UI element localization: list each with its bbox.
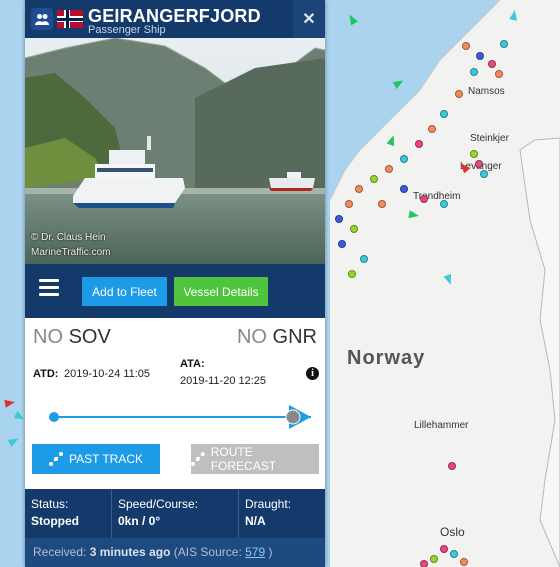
- norway-flag-icon: [57, 10, 83, 28]
- vessel-marker[interactable]: [476, 52, 484, 60]
- vessel-marker[interactable]: [350, 225, 358, 233]
- action-bar: Add to Fleet Vessel Details: [25, 264, 325, 318]
- vessel-marker[interactable]: [480, 170, 488, 178]
- vessel-marker[interactable]: [348, 270, 356, 278]
- departure-country-code: NO: [33, 326, 63, 348]
- progress-vessel-marker: [285, 409, 301, 425]
- received-info: Received: 3 minutes ago (AIS Source: 579…: [25, 538, 325, 567]
- add-to-fleet-button[interactable]: Add to Fleet: [82, 277, 167, 306]
- city-namsos: Namsos: [468, 86, 505, 97]
- vessel-marker[interactable]: [462, 42, 470, 50]
- vessel-marker[interactable]: [415, 140, 423, 148]
- atd-label: ATD:: [33, 368, 59, 380]
- vessel-marker[interactable]: [440, 200, 448, 208]
- voyage-progress: [49, 405, 311, 429]
- vessel-marker[interactable]: [360, 255, 368, 263]
- status-field: Status: Stopped: [25, 489, 111, 538]
- ais-source-label: (AIS Source:: [173, 545, 242, 559]
- departure-port[interactable]: NO SOV: [33, 326, 111, 349]
- track-icon: [48, 452, 63, 466]
- past-track-label: PAST TRACK: [68, 452, 144, 466]
- vessel-marker[interactable]: [355, 185, 363, 193]
- ata-label: ATA:: [180, 358, 205, 370]
- vessel-marker[interactable]: [385, 165, 393, 173]
- ata-value: 2019-11-20 12:25: [180, 375, 267, 387]
- vessel-marker[interactable]: [455, 90, 463, 98]
- vessel-marker[interactable]: [400, 155, 408, 163]
- vessel-marker[interactable]: [428, 125, 436, 133]
- draught-label: Draught:: [245, 497, 292, 511]
- vessel-marker[interactable]: [408, 210, 420, 220]
- speed-course-value: 0kn / 0°: [118, 514, 161, 528]
- menu-icon[interactable]: [39, 279, 59, 301]
- vessel-marker[interactable]: [500, 40, 508, 48]
- draught-field: Draught: N/A: [239, 489, 325, 538]
- past-track-button[interactable]: PAST TRACK: [32, 444, 160, 474]
- close-button[interactable]: ✕: [293, 0, 325, 38]
- progress-start-dot: [49, 412, 59, 422]
- vessel-photo[interactable]: © Dr. Claus Hein MarineTraffic.com: [25, 38, 325, 264]
- city-lillehammer: Lillehammer: [414, 420, 469, 431]
- city-oslo: Oslo: [440, 525, 465, 539]
- vessel-marker[interactable]: [400, 185, 408, 193]
- city-steinkjer: Steinkjer: [470, 133, 509, 144]
- speed-course-field: Speed/Course: 0kn / 0°: [112, 489, 238, 538]
- arrival-country-code: NO: [236, 326, 267, 348]
- arrival-port[interactable]: NO GNR: [237, 326, 317, 349]
- vessel-marker[interactable]: [440, 545, 448, 553]
- vessel-marker[interactable]: [430, 555, 438, 563]
- vessel-marker[interactable]: [475, 160, 483, 168]
- received-age: 3 minutes ago: [89, 545, 171, 559]
- info-icon[interactable]: i: [306, 367, 319, 380]
- vessel-details-button[interactable]: Vessel Details: [174, 277, 268, 306]
- atd-value: 2019-10-24 11:05: [64, 368, 151, 380]
- route-forecast-label: ROUTE FORECAST: [210, 445, 277, 473]
- vessel-marker[interactable]: [470, 150, 478, 158]
- vessel-marker[interactable]: [450, 550, 458, 558]
- close-icon: ✕: [302, 11, 316, 28]
- vessel-info-panel: GEIRANGERFJORD Passenger Ship ✕ © Dr. Cl…: [25, 0, 325, 567]
- status-bar: Status: Stopped Speed/Course: 0kn / 0° D…: [25, 489, 325, 538]
- speed-course-label: Speed/Course:: [118, 497, 199, 511]
- forecast-icon: [191, 452, 205, 466]
- vessel-photo-image: [25, 38, 325, 264]
- vessel-marker[interactable]: [338, 240, 346, 248]
- vessel-marker[interactable]: [488, 60, 496, 68]
- vessel-marker[interactable]: [4, 398, 16, 408]
- vessel-marker[interactable]: [420, 560, 428, 567]
- vessel-marker[interactable]: [440, 110, 448, 118]
- ais-source-link[interactable]: 579: [245, 545, 265, 559]
- vessel-marker[interactable]: [509, 9, 519, 21]
- vessel-marker[interactable]: [460, 558, 468, 566]
- status-value: Stopped: [31, 514, 79, 528]
- route-forecast-button[interactable]: ROUTE FORECAST: [191, 444, 319, 474]
- vessel-marker[interactable]: [335, 215, 343, 223]
- arrival-port-code: GNR: [272, 326, 317, 348]
- photo-credit: © Dr. Claus Hein: [31, 232, 106, 243]
- draught-value: N/A: [245, 514, 266, 528]
- received-label: Received:: [33, 545, 87, 559]
- vessel-type: Passenger Ship: [88, 24, 166, 36]
- vessel-marker[interactable]: [495, 70, 503, 78]
- vessel-marker[interactable]: [345, 200, 353, 208]
- vessel-marker[interactable]: [378, 200, 386, 208]
- country-label: Norway: [347, 347, 426, 369]
- fleet-users-icon[interactable]: [31, 8, 53, 30]
- photo-watermark: MarineTraffic.com: [31, 247, 111, 258]
- vessel-marker[interactable]: [420, 195, 428, 203]
- vessel-marker[interactable]: [370, 175, 378, 183]
- vessel-marker[interactable]: [470, 68, 478, 76]
- status-label: Status:: [31, 497, 69, 511]
- departure-port-code: SOV: [68, 326, 111, 348]
- ais-source-close: ): [268, 545, 273, 559]
- vessel-marker[interactable]: [448, 462, 456, 470]
- panel-header: GEIRANGERFJORD Passenger Ship ✕: [25, 0, 325, 38]
